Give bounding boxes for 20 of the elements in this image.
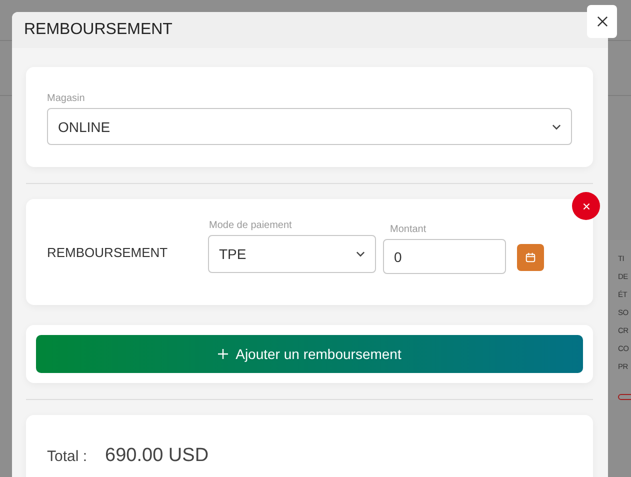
chevron-down-icon bbox=[356, 250, 365, 256]
total-value: 690.00 USD bbox=[105, 445, 209, 467]
field-label: Montant bbox=[389, 224, 428, 235]
amount-input[interactable]: 0 bbox=[383, 239, 506, 274]
add-refund-button[interactable]: Ajouter un remboursement bbox=[36, 335, 583, 373]
chevron-down-icon bbox=[552, 124, 561, 130]
field-label: Magasin bbox=[47, 93, 86, 104]
field-label: Mode de paiement bbox=[208, 220, 293, 230]
refund-label: REMBOURSEMENT bbox=[47, 244, 169, 260]
close-icon bbox=[596, 16, 608, 27]
calendar-icon bbox=[525, 252, 536, 262]
store-select[interactable]: ONLINE bbox=[47, 108, 572, 145]
close-icon bbox=[582, 202, 590, 210]
close-button[interactable] bbox=[587, 5, 617, 38]
payment-select[interactable]: TPE bbox=[208, 234, 376, 272]
dialog-title: REMBOURSEMENT bbox=[24, 21, 172, 39]
plus-icon bbox=[218, 349, 228, 359]
remove-button[interactable] bbox=[572, 192, 600, 220]
calendar-button[interactable] bbox=[517, 244, 544, 270]
total-label: Total : bbox=[47, 448, 88, 464]
